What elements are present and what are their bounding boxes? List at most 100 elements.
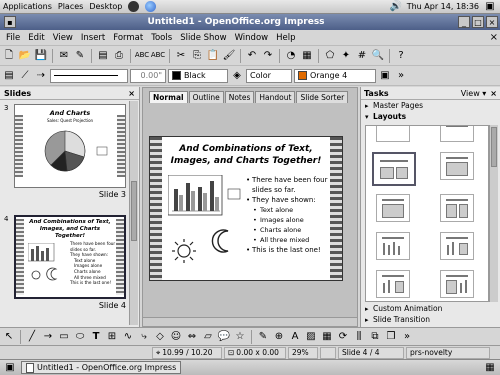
tasks-pane-close-icon[interactable]: ×: [490, 89, 497, 98]
layout-tile[interactable]: [376, 194, 410, 222]
places-menu[interactable]: Places: [58, 2, 83, 11]
help-icon[interactable]: ?: [394, 49, 408, 63]
drawing-overflow-icon[interactable]: »: [400, 330, 414, 344]
table-icon[interactable]: ▦: [300, 49, 314, 63]
layout-tile-selected[interactable]: [372, 152, 416, 186]
status-zoom[interactable]: 29%: [288, 346, 318, 359]
minimize-button[interactable]: _: [458, 16, 470, 28]
toolbar-overflow-icon[interactable]: »: [394, 69, 408, 83]
cut-icon[interactable]: ✂: [174, 49, 188, 63]
show-draw-functions-icon[interactable]: ⬠: [323, 49, 337, 63]
layout-tile[interactable]: [376, 232, 410, 260]
area-style-select[interactable]: Color: [246, 68, 292, 83]
email-icon[interactable]: ✉: [57, 49, 71, 63]
volume-icon[interactable]: 🔊: [389, 0, 403, 14]
spellcheck-icon[interactable]: ABC: [135, 49, 149, 63]
task-section-custom-animation[interactable]: ▸ Custom Animation: [361, 303, 500, 314]
close-button[interactable]: ×: [486, 16, 498, 28]
undo-icon[interactable]: ↶: [245, 49, 259, 63]
slide-thumbnail-4[interactable]: 4 And Combinations of Text, Images, and …: [4, 215, 128, 315]
window-titlebar[interactable]: ▪ Untitled1 - OpenOffice.org Impress _ □…: [0, 14, 500, 30]
curve-tool-icon[interactable]: ∿: [121, 330, 135, 344]
layout-tile[interactable]: [440, 194, 474, 222]
workspace-switcher-icon[interactable]: ▦: [483, 361, 497, 375]
tab-notes[interactable]: Notes: [224, 91, 255, 103]
text-tool-icon[interactable]: T: [89, 330, 103, 344]
line-icon[interactable]: ⟋: [18, 69, 32, 83]
slides-pane-scrollbar[interactable]: [129, 101, 138, 325]
editor-horizontal-scrollbar[interactable]: [143, 317, 357, 326]
fontwork-icon[interactable]: A: [288, 330, 302, 344]
gnome-foot-icon[interactable]: [128, 1, 140, 12]
redo-icon[interactable]: ↷: [261, 49, 275, 63]
area-color-select[interactable]: Orange 4: [294, 68, 376, 83]
slides-pane-scroll-thumb[interactable]: [131, 181, 137, 241]
format-paintbrush-icon[interactable]: 🖌: [222, 49, 236, 63]
window-menu-icon[interactable]: ▪: [4, 16, 16, 28]
slide-title[interactable]: And Combinations of Text, Images, and Ch…: [164, 143, 328, 167]
taskbar-window-button[interactable]: Untitled1 - OpenOffice.org Impress: [21, 361, 182, 374]
styles-icon[interactable]: ▤: [2, 69, 16, 83]
area-icon[interactable]: ◈: [230, 69, 244, 83]
menu-view[interactable]: View: [49, 33, 77, 43]
applications-menu[interactable]: Applications: [3, 2, 52, 11]
paste-icon[interactable]: 📋: [206, 49, 220, 63]
show-desktop-icon[interactable]: ▣: [3, 361, 17, 375]
autospell-icon[interactable]: ABC: [151, 49, 165, 63]
block-arrows-icon[interactable]: ⇔: [185, 330, 199, 344]
tab-outline[interactable]: Outline: [188, 91, 224, 103]
stars-icon[interactable]: ☆: [233, 330, 247, 344]
ellipse-tool-icon[interactable]: ⬭: [73, 330, 87, 344]
line-arrow-tool-icon[interactable]: →: [41, 330, 55, 344]
gallery-icon[interactable]: ▦: [320, 330, 334, 344]
task-section-slide-transition[interactable]: ▸ Slide Transition: [361, 314, 500, 325]
symbol-shapes-icon[interactable]: ☺: [169, 330, 183, 344]
menu-tools[interactable]: Tools: [147, 33, 176, 43]
chart-icon[interactable]: ◔: [284, 49, 298, 63]
tab-slide-sorter[interactable]: Slide Sorter: [296, 91, 349, 103]
save-icon[interactable]: 💾: [34, 49, 48, 63]
menu-edit[interactable]: Edit: [24, 33, 48, 43]
alignment-icon[interactable]: ⫼: [352, 330, 366, 344]
new-icon[interactable]: 🗋: [2, 49, 16, 63]
layout-tile[interactable]: [440, 152, 474, 180]
vertical-text-tool-icon[interactable]: ⊞: [105, 330, 119, 344]
basic-shapes-icon[interactable]: ◇: [153, 330, 167, 344]
line-width-field[interactable]: 0.00": [130, 68, 166, 83]
navigator-icon[interactable]: ✦: [339, 49, 353, 63]
menu-file[interactable]: File: [2, 33, 24, 43]
flowchart-icon[interactable]: ▱: [201, 330, 215, 344]
close-document-icon[interactable]: ×: [490, 32, 498, 43]
task-section-master-pages[interactable]: ▸ Master Pages: [361, 100, 500, 111]
menu-slide-show[interactable]: Slide Show: [176, 33, 230, 43]
extrusion-icon[interactable]: ❒: [384, 330, 398, 344]
layouts-scrollbar[interactable]: [489, 125, 498, 302]
tasks-view-menu[interactable]: View ▾: [461, 89, 487, 98]
slides-pane-close-icon[interactable]: ×: [128, 89, 135, 98]
points-icon[interactable]: ✎: [256, 330, 270, 344]
connector-tool-icon[interactable]: ⤷: [137, 330, 151, 344]
shadow-icon[interactable]: ▣: [378, 69, 392, 83]
rotate-icon[interactable]: ⟳: [336, 330, 350, 344]
from-file-icon[interactable]: ▨: [304, 330, 318, 344]
line-color-select[interactable]: Black: [168, 68, 228, 83]
menu-insert[interactable]: Insert: [77, 33, 109, 43]
tab-handout[interactable]: Handout: [255, 91, 296, 103]
layout-tile[interactable]: [376, 270, 410, 298]
tab-normal[interactable]: Normal: [149, 91, 188, 103]
zoom-icon[interactable]: 🔍: [371, 49, 385, 63]
select-arrow-icon[interactable]: ↖: [2, 330, 16, 344]
edit-file-icon[interactable]: ✎: [73, 49, 87, 63]
callouts-icon[interactable]: 💬: [217, 330, 231, 344]
slide-bullet-list[interactable]: There have been four slides so far. They…: [246, 175, 330, 255]
open-icon[interactable]: 📂: [18, 49, 32, 63]
layouts-scroll-thumb[interactable]: [491, 127, 497, 167]
clock[interactable]: Thu Apr 14, 18:36: [407, 2, 479, 11]
slide-canvas[interactable]: And Combinations of Text, Images, and Ch…: [149, 136, 343, 281]
layout-tile[interactable]: [376, 126, 410, 142]
grid-icon[interactable]: #: [355, 49, 369, 63]
web-browser-icon[interactable]: [145, 1, 157, 12]
arrow-style-icon[interactable]: ⇢: [34, 69, 48, 83]
rectangle-tool-icon[interactable]: ▭: [57, 330, 71, 344]
layout-tile[interactable]: [440, 232, 474, 260]
